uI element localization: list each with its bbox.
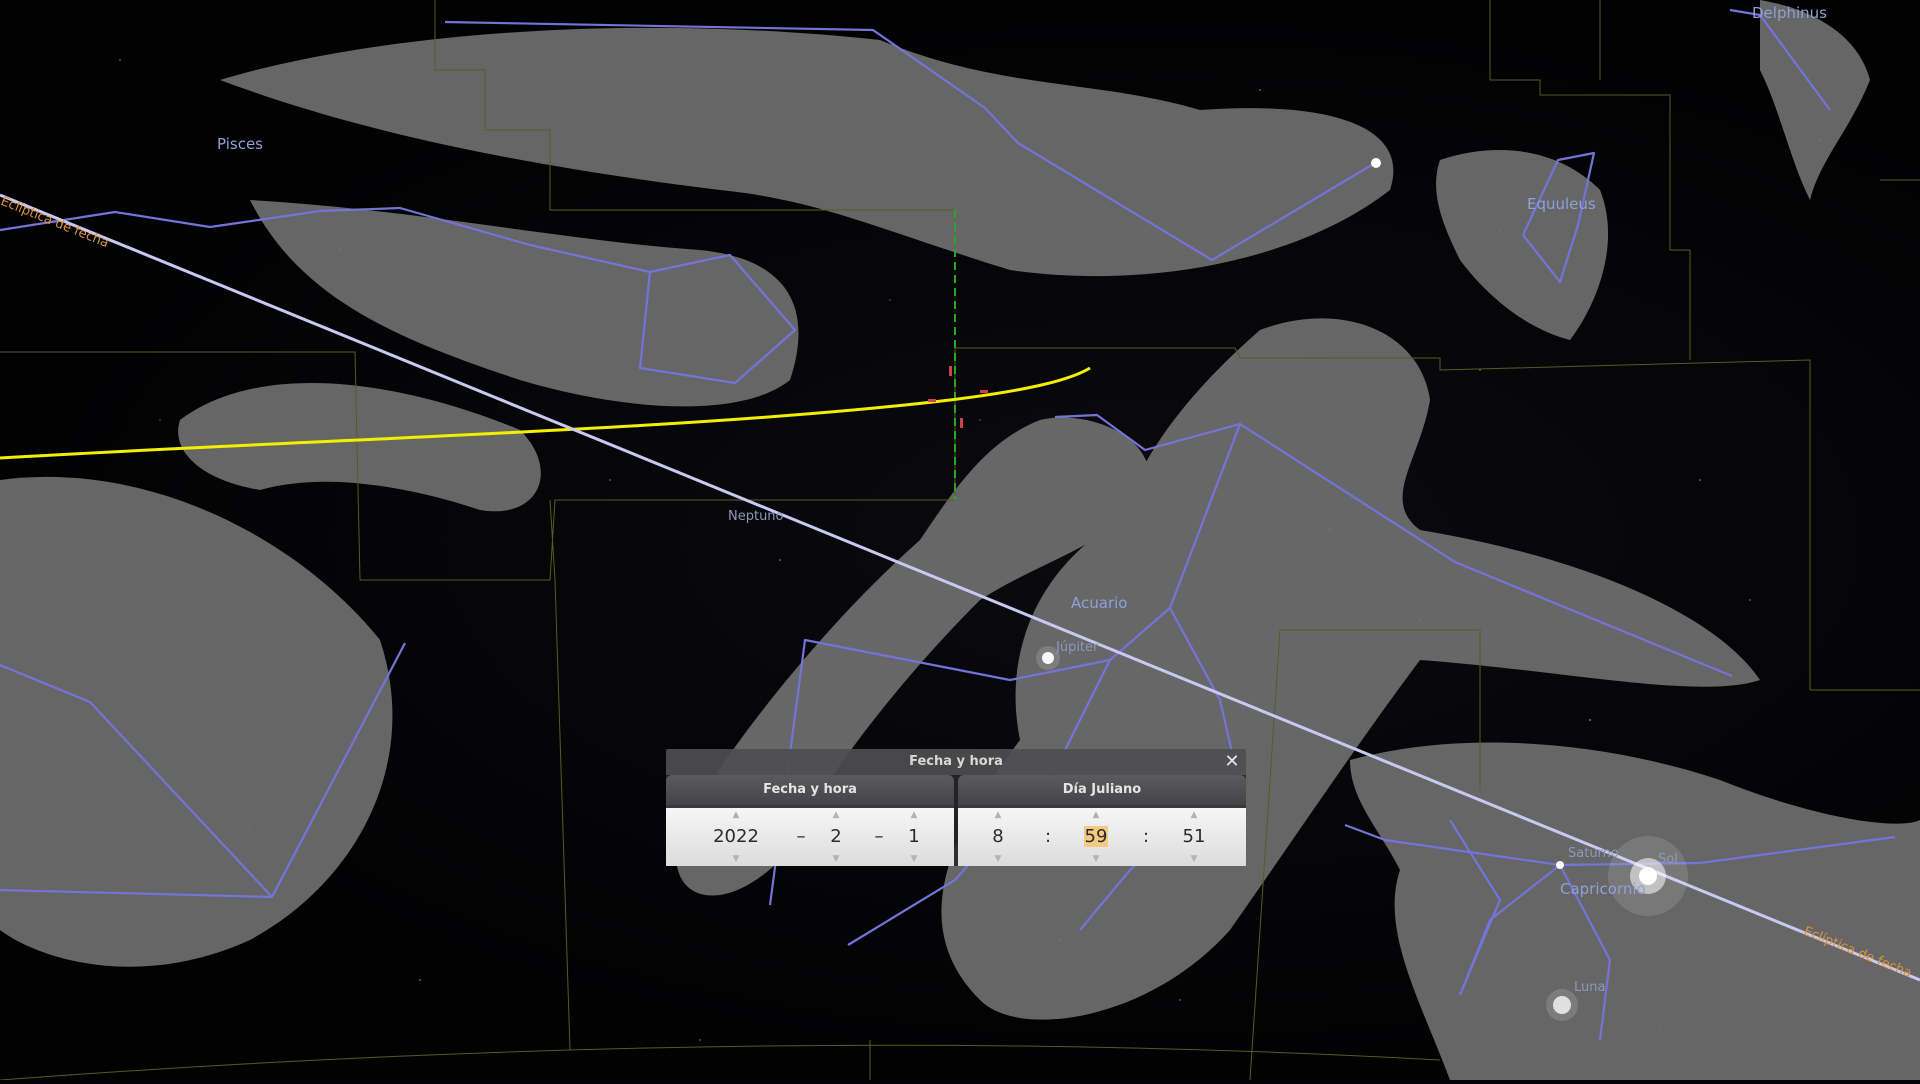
month-value[interactable]: 2 bbox=[816, 823, 856, 851]
planet-label-jupiter: Júpiter bbox=[1056, 640, 1099, 655]
day-value[interactable]: 1 bbox=[894, 823, 934, 851]
constellation-label-equuleus: Equuleus bbox=[1527, 195, 1596, 213]
date-fields: ▲ 2022 ▼ – ▲ 2 ▼ – ▲ 1 ▼ bbox=[666, 808, 954, 866]
time-separator: : bbox=[1044, 826, 1052, 847]
year-spinner[interactable]: ▲ 2022 ▼ bbox=[696, 808, 776, 866]
second-up-arrow-icon[interactable]: ▲ bbox=[1174, 809, 1214, 821]
close-icon[interactable]: ✕ bbox=[1220, 750, 1244, 774]
tab-date-time[interactable]: Fecha y hora bbox=[666, 775, 954, 805]
planet-label-sol: Sol bbox=[1658, 852, 1678, 867]
year-down-arrow-icon[interactable]: ▼ bbox=[696, 853, 776, 865]
dialog-titlebar[interactable]: Fecha y hora ✕ bbox=[666, 749, 1246, 775]
date-separator: – bbox=[796, 826, 806, 847]
hour-spinner[interactable]: ▲ 8 ▼ bbox=[978, 808, 1018, 866]
second-spinner[interactable]: ▲ 51 ▼ bbox=[1174, 808, 1214, 866]
minute-spinner[interactable]: ▲ 59 ▼ bbox=[1076, 808, 1116, 866]
day-up-arrow-icon[interactable]: ▲ bbox=[894, 809, 934, 821]
dialog-title: Fecha y hora bbox=[909, 754, 1003, 769]
day-spinner[interactable]: ▲ 1 ▼ bbox=[894, 808, 934, 866]
tab-julian-day[interactable]: Día Juliano bbox=[958, 775, 1246, 805]
hour-value[interactable]: 8 bbox=[978, 823, 1018, 851]
sky-view[interactable]: Pisces Delphinus Equuleus Acuario Capric… bbox=[0, 0, 1920, 1081]
second-value[interactable]: 51 bbox=[1174, 823, 1214, 851]
sky-chart bbox=[0, 0, 1920, 1081]
time-separator: : bbox=[1142, 826, 1150, 847]
hour-up-arrow-icon[interactable]: ▲ bbox=[978, 809, 1018, 821]
second-down-arrow-icon[interactable]: ▼ bbox=[1174, 853, 1214, 865]
constellation-label-capricornio: Capricornio bbox=[1560, 880, 1646, 898]
minute-value[interactable]: 59 bbox=[1076, 823, 1116, 851]
constellation-label-delphinus: Delphinus bbox=[1752, 4, 1827, 22]
minute-up-arrow-icon[interactable]: ▲ bbox=[1076, 809, 1116, 821]
month-up-arrow-icon[interactable]: ▲ bbox=[816, 809, 856, 821]
minute-value-text[interactable]: 59 bbox=[1083, 826, 1109, 847]
constellation-artwork bbox=[0, 0, 1920, 1080]
day-down-arrow-icon[interactable]: ▼ bbox=[894, 853, 934, 865]
planet-label-luna: Luna bbox=[1574, 980, 1606, 995]
constellation-label-pisces: Pisces bbox=[217, 135, 263, 153]
date-panel: Fecha y hora ▲ 2022 ▼ – ▲ 2 ▼ – ▲ 1 ▼ bbox=[666, 775, 954, 866]
date-separator: – bbox=[874, 826, 884, 847]
hour-down-arrow-icon[interactable]: ▼ bbox=[978, 853, 1018, 865]
date-time-dialog: Fecha y hora ✕ Fecha y hora ▲ 2022 ▼ – ▲… bbox=[666, 749, 1246, 866]
constellation-label-acuario: Acuario bbox=[1071, 594, 1128, 612]
planet-label-neptuno: Neptuno bbox=[728, 509, 784, 524]
year-up-arrow-icon[interactable]: ▲ bbox=[696, 809, 776, 821]
month-down-arrow-icon[interactable]: ▼ bbox=[816, 853, 856, 865]
dialog-body: Fecha y hora ▲ 2022 ▼ – ▲ 2 ▼ – ▲ 1 ▼ Dí… bbox=[666, 775, 1246, 866]
year-value[interactable]: 2022 bbox=[696, 823, 776, 851]
month-spinner[interactable]: ▲ 2 ▼ bbox=[816, 808, 856, 866]
julian-day-panel: Día Juliano ▲ 8 ▼ : ▲ 59 ▼ : ▲ 51 ▼ bbox=[958, 775, 1246, 866]
time-fields: ▲ 8 ▼ : ▲ 59 ▼ : ▲ 51 ▼ bbox=[958, 808, 1246, 866]
minute-down-arrow-icon[interactable]: ▼ bbox=[1076, 853, 1116, 865]
planet-label-saturno: Saturno bbox=[1568, 846, 1619, 861]
